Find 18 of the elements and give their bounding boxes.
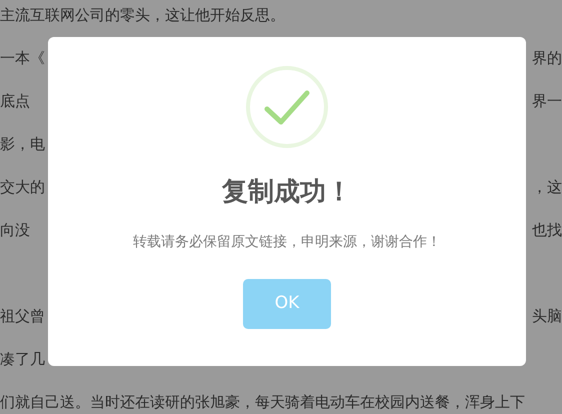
- article-text: 界的: [532, 48, 562, 70]
- article-text: 向没: [0, 220, 30, 242]
- article-text: 头脑: [532, 306, 562, 328]
- article-text: 底点: [0, 91, 30, 112]
- dialog-title: 复制成功！: [222, 176, 352, 209]
- article-text: 一本《: [0, 48, 45, 70]
- dialog-message: 转载请务必保留原文链接，申明来源，谢谢合作！: [133, 233, 441, 252]
- article-text: 影，电: [0, 134, 45, 156]
- article-text: 主流互联网公司的零头，这让他开始反思。: [0, 5, 285, 26]
- article-text: 祖父曾: [0, 306, 45, 328]
- article-text: 们就自己送。当时还在读研的张旭豪，每天骑着电动车在校园内送餐，浑身上下: [0, 392, 525, 414]
- article-text: 界一: [532, 91, 562, 112]
- article-text: 凑了几: [0, 349, 45, 370]
- ok-button[interactable]: OK: [243, 279, 331, 329]
- article-text: 也找: [532, 220, 562, 242]
- checkmark-icon: [245, 65, 329, 149]
- article-text: 交大的: [0, 177, 45, 198]
- article-text: ，这: [532, 177, 562, 198]
